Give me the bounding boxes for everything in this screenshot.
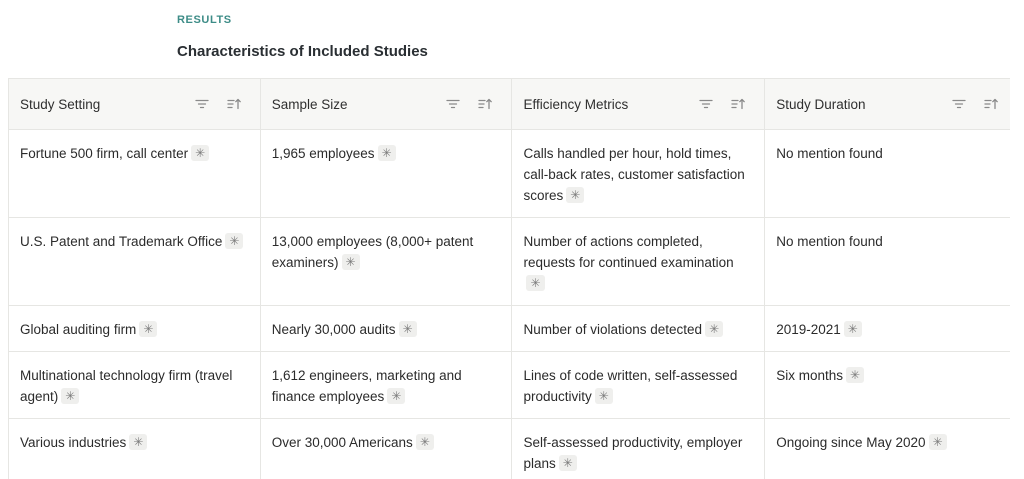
table-cell: 13,000 employees (8,000+ patent examiner… (259, 217, 513, 306)
cell-text: Six months (776, 368, 843, 383)
citation-icon[interactable]: ✳ (594, 388, 613, 404)
column-header-efficiency-metrics: Efficiency Metrics (511, 78, 766, 130)
table-header-row: Study Setting Sample Size Efficiency Met… (8, 78, 1010, 130)
table-cell: 1,965 employees ✳ (259, 129, 513, 218)
cell-text: Global auditing firm (20, 322, 137, 337)
column-header-sample-size: Sample Size (259, 78, 513, 130)
cell-text: Number of violations detected (523, 322, 703, 337)
table-cell: Over 30,000 Americans ✳ (259, 418, 513, 479)
citation-icon[interactable]: ✳ (415, 434, 434, 450)
table-cell: Number of actions completed, requests fo… (511, 217, 766, 306)
column-header-label: Sample Size (271, 96, 348, 112)
cell-text: Lines of code written, self-assessed pro… (523, 368, 738, 404)
citation-icon[interactable]: ✳ (191, 145, 210, 161)
cell-text: Various industries (20, 435, 127, 450)
citation-icon[interactable]: ✳ (566, 187, 585, 203)
cell-text: No mention found (776, 146, 883, 161)
citation-icon[interactable]: ✳ (129, 434, 148, 450)
table-cell: Nearly 30,000 audits ✳ (259, 305, 513, 352)
results-table-container: Study Setting Sample Size Efficiency Met… (0, 78, 1010, 479)
table-cell: Calls handled per hour, hold times, call… (511, 129, 766, 218)
cell-text: Ongoing since May 2020 (776, 435, 926, 450)
cell-text: No mention found (776, 234, 883, 249)
sort-icon[interactable] (728, 94, 748, 114)
cell-text: U.S. Patent and Trademark Office (20, 234, 223, 249)
cell-text: Over 30,000 Americans (271, 435, 413, 450)
citation-icon[interactable]: ✳ (225, 233, 244, 249)
filter-icon[interactable] (192, 94, 212, 114)
citation-icon[interactable]: ✳ (558, 455, 577, 471)
cell-text: Fortune 500 firm, call center (20, 146, 189, 161)
citation-icon[interactable]: ✳ (846, 367, 865, 383)
table-row: Fortune 500 firm, call center ✳ 1,965 emp… (8, 129, 1010, 218)
column-header-study-setting: Study Setting (8, 78, 261, 130)
column-header-study-duration: Study Duration (764, 78, 1010, 130)
column-header-label: Study Duration (776, 96, 866, 112)
cell-text: 13,000 employees (8,000+ patent examiner… (271, 234, 474, 270)
table-cell: U.S. Patent and Trademark Office ✳ (8, 217, 261, 306)
citation-icon[interactable]: ✳ (341, 254, 360, 270)
filter-icon[interactable] (443, 94, 463, 114)
sort-icon[interactable] (981, 94, 1001, 114)
cell-text: 1,965 employees (271, 146, 375, 161)
table-cell: Six months ✳ (764, 351, 1010, 419)
studies-table: Study Setting Sample Size Efficiency Met… (8, 78, 1010, 479)
citation-icon[interactable]: ✳ (139, 321, 158, 337)
cell-text: Calls handled per hour, hold times, call… (523, 146, 745, 203)
citation-icon[interactable]: ✳ (398, 321, 417, 337)
table-cell: 2019-2021 ✳ (764, 305, 1010, 352)
table-cell: Multinational technology firm (travel ag… (8, 351, 261, 419)
citation-icon[interactable]: ✳ (526, 275, 545, 291)
cell-text: Number of actions completed, requests fo… (523, 234, 734, 270)
table-cell: Number of violations detected ✳ (511, 305, 766, 352)
sort-icon[interactable] (224, 94, 244, 114)
table-cell: No mention found (764, 129, 1010, 218)
table-cell: Fortune 500 firm, call center ✳ (8, 129, 261, 218)
table-row: Global auditing firm ✳ Nearly 30,000 audi… (8, 305, 1010, 352)
cell-text: 2019-2021 (776, 322, 841, 337)
column-header-label: Efficiency Metrics (523, 96, 629, 112)
section-label: RESULTS (177, 14, 232, 26)
table-cell: Various industries ✳ (8, 418, 261, 479)
filter-icon[interactable] (949, 94, 969, 114)
cell-text: Self-assessed productivity, employer pla… (523, 435, 743, 471)
table-cell: 1,612 engineers, marketing and finance e… (259, 351, 513, 419)
citation-icon[interactable]: ✳ (61, 388, 80, 404)
filter-icon[interactable] (696, 94, 716, 114)
cell-text: Multinational technology firm (travel ag… (20, 368, 233, 404)
cell-text: 1,612 engineers, marketing and finance e… (271, 368, 462, 404)
table-row: Various industries ✳ Over 30,000 American… (8, 418, 1010, 479)
table-cell: Global auditing firm ✳ (8, 305, 261, 352)
citation-icon[interactable]: ✳ (377, 145, 396, 161)
citation-icon[interactable]: ✳ (843, 321, 862, 337)
table-cell: No mention found (764, 217, 1010, 306)
table-cell: Self-assessed productivity, employer pla… (511, 418, 766, 479)
table-row: Multinational technology firm (travel ag… (8, 351, 1010, 419)
citation-icon[interactable]: ✳ (928, 434, 947, 450)
column-header-label: Study Setting (20, 96, 101, 112)
table-title: Characteristics of Included Studies (177, 43, 428, 60)
table-cell: Ongoing since May 2020 ✳ (764, 418, 1010, 479)
cell-text: Nearly 30,000 audits (271, 322, 396, 337)
citation-icon[interactable]: ✳ (705, 321, 724, 337)
sort-icon[interactable] (475, 94, 495, 114)
table-cell: Lines of code written, self-assessed pro… (511, 351, 766, 419)
table-row: U.S. Patent and Trademark Office ✳ 13,000… (8, 217, 1010, 306)
citation-icon[interactable]: ✳ (387, 388, 406, 404)
